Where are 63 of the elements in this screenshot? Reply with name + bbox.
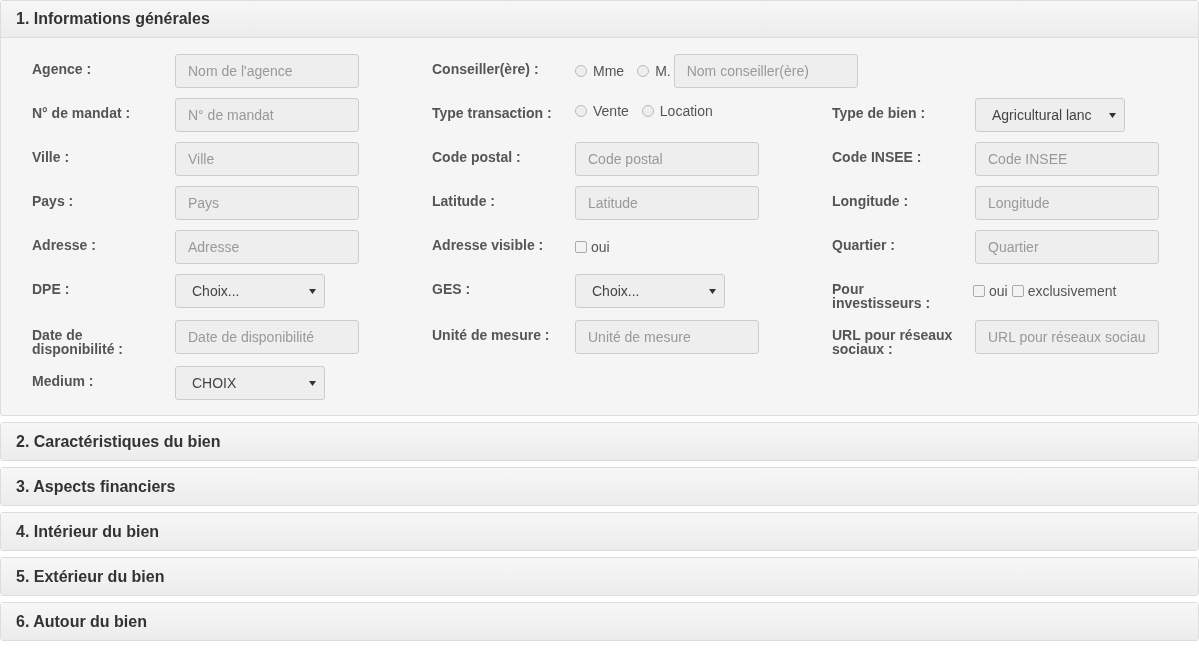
select-field[interactable]: Choix... bbox=[575, 274, 725, 308]
radio-label: M. bbox=[655, 61, 671, 81]
input-field[interactable]: Pays bbox=[175, 186, 359, 220]
field-label: Adresse visible : bbox=[432, 236, 545, 252]
field-label: Adresse : bbox=[32, 236, 97, 252]
field-label: Quartier : bbox=[832, 236, 896, 252]
input-field[interactable]: Date de disponibilité bbox=[175, 320, 359, 354]
checkbox[interactable] bbox=[575, 241, 587, 253]
radio-button[interactable] bbox=[575, 65, 587, 77]
panel-header[interactable]: 5. Extérieur du bien bbox=[1, 558, 1198, 595]
radio-button[interactable] bbox=[575, 105, 587, 117]
input-field[interactable]: URL pour réseaux sociau bbox=[975, 320, 1159, 354]
input-field[interactable]: Code postal bbox=[575, 142, 759, 176]
input-field[interactable]: Code INSEE bbox=[975, 142, 1159, 176]
panel-header[interactable]: 1. Informations générales bbox=[1, 1, 1198, 38]
input-field[interactable]: Ville bbox=[175, 142, 359, 176]
panel-header[interactable]: 2. Caractéristiques du bien bbox=[1, 423, 1198, 460]
field-label: GES : bbox=[432, 280, 472, 296]
input-field[interactable]: Nom de l'agence bbox=[175, 54, 359, 88]
select-field[interactable]: Choix... bbox=[175, 274, 325, 308]
field-label: Type de bien : bbox=[832, 104, 927, 120]
panel-header[interactable]: 3. Aspects financiers bbox=[1, 468, 1198, 505]
radio-button[interactable] bbox=[637, 65, 650, 77]
panel-header[interactable]: 6. Autour du bien bbox=[1, 603, 1198, 640]
field-label: Code postal : bbox=[432, 148, 522, 164]
field-label: Medium : bbox=[32, 372, 95, 388]
input-field[interactable]: Adresse bbox=[175, 230, 359, 264]
radio-label: Mme bbox=[593, 61, 625, 81]
input-field[interactable]: N° de mandat bbox=[175, 98, 359, 132]
input-field[interactable]: Longitude bbox=[975, 186, 1159, 220]
input-field[interactable]: Unité de mesure bbox=[575, 320, 759, 354]
field-label: Longitude : bbox=[832, 192, 910, 208]
caret-icon bbox=[1109, 112, 1116, 118]
checkbox-label: oui bbox=[591, 237, 610, 257]
select-field[interactable]: Agricultural lanc bbox=[975, 98, 1125, 132]
select-field[interactable]: CHOIX bbox=[175, 366, 325, 400]
field-label: Conseiller(ère) : bbox=[432, 60, 540, 76]
field-label: Ville : bbox=[32, 148, 71, 164]
field-label: Type transaction : bbox=[432, 104, 553, 120]
input-field[interactable]: Nom conseiller(ère) bbox=[673, 54, 858, 88]
radio-label: Location bbox=[659, 101, 713, 121]
caret-icon bbox=[309, 288, 316, 294]
input-field[interactable]: Latitude bbox=[575, 186, 759, 220]
input-field[interactable]: Quartier bbox=[975, 230, 1159, 264]
field-label: Pour investisseurs : bbox=[832, 280, 932, 310]
field-label: N° de mandat : bbox=[32, 104, 132, 120]
panel-header[interactable]: 4. Intérieur du bien bbox=[1, 513, 1198, 550]
field-label: Code INSEE : bbox=[832, 148, 923, 164]
caret-icon bbox=[709, 288, 716, 294]
field-label: URL pour réseaux sociaux : bbox=[832, 326, 954, 356]
field-label: Latitude : bbox=[432, 192, 496, 208]
checkbox-label: oui bbox=[989, 281, 1008, 301]
field-label: Agence : bbox=[32, 60, 93, 76]
checkbox-label: exclusivement bbox=[1027, 281, 1117, 301]
field-label: Pays : bbox=[32, 192, 75, 208]
caret-icon bbox=[309, 380, 316, 386]
radio-label: Vente bbox=[593, 101, 629, 121]
field-label: DPE : bbox=[32, 280, 71, 296]
checkbox[interactable] bbox=[1011, 285, 1024, 297]
checkbox[interactable] bbox=[973, 285, 985, 297]
radio-button[interactable] bbox=[641, 105, 654, 117]
field-label: Date de disponibilité : bbox=[32, 326, 124, 356]
field-label: Unité de mesure : bbox=[432, 326, 551, 342]
